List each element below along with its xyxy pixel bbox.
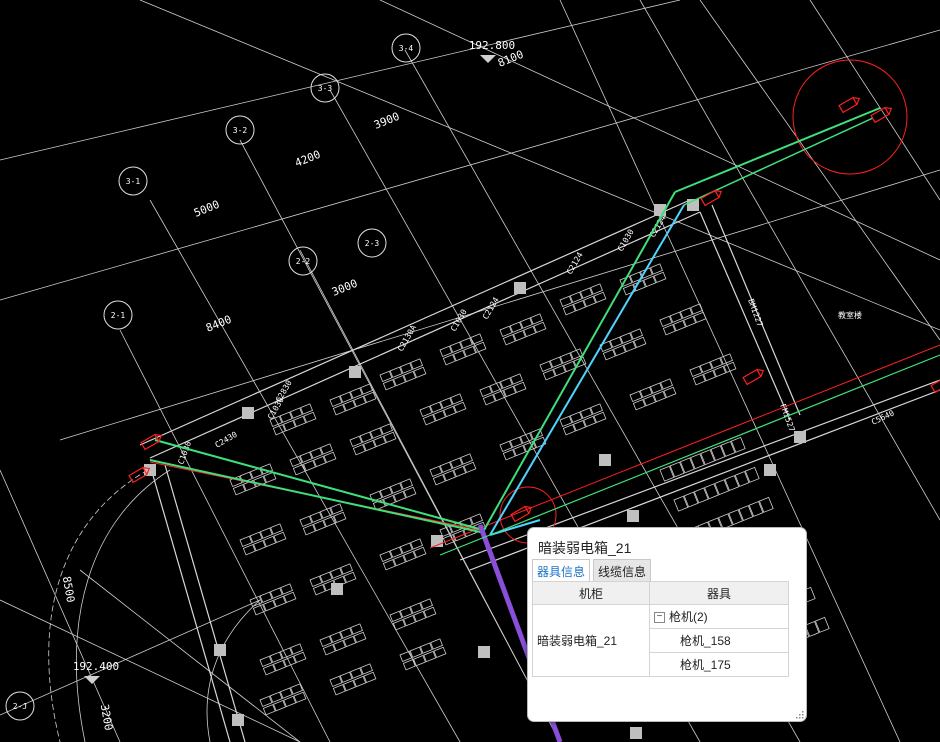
structural-column [627,510,639,522]
table-row: 暗装弱电箱_21 − 枪机(2) [532,604,789,677]
resize-grip-icon[interactable] [795,710,804,719]
structural-column [331,583,343,595]
popup-tabs: 器具信息 线缆信息 [532,559,654,583]
structural-column [242,407,254,419]
structural-column [214,644,226,656]
structural-column [478,646,490,658]
axis-label: 2-2 [296,257,311,266]
device-group-label: 枪机(2) [669,610,708,624]
device-group-row[interactable]: − 枪机(2) [649,604,789,629]
device-item[interactable]: 枪机_158 [649,628,789,653]
level-label: 192.800 [469,39,515,52]
structural-column [349,366,361,378]
axis-label: 3-1 [126,177,141,186]
device-table: 机柜 器具 暗装弱电箱_21 − 枪机(2) 枪机_158 枪机_175 [532,581,789,677]
structural-column [514,282,526,294]
tab-device-info[interactable]: 器具信息 [532,559,591,583]
structural-column [232,714,244,726]
popup-title: 暗装弱电箱_21 [538,540,632,556]
structural-column [630,727,642,739]
axis-label: 2-3 [365,239,380,248]
axis-label: 3-4 [399,44,414,53]
structural-column [144,464,156,476]
axis-label: 3-3 [318,84,333,93]
axis-label: 2-J [13,702,27,711]
tab-cable-info[interactable]: 线缆信息 [593,559,652,583]
axis-label: 3-2 [233,126,248,135]
collapse-toggle-icon[interactable]: − [654,612,665,624]
cabinet-info-popup: 暗装弱电箱_21 器具信息 线缆信息 机柜 器具 暗装弱电箱_21 − 枪机(2)… [527,527,807,722]
room-label: 教室楼 [838,310,862,320]
structural-column [794,431,806,443]
axis-label: 2-1 [111,311,126,320]
column-header-device: 器具 [649,581,789,605]
structural-column [599,454,611,466]
cabinet-cell: 暗装弱电箱_21 [532,604,650,677]
structural-column [764,464,776,476]
column-header-cabinet: 机柜 [532,581,650,605]
device-item[interactable]: 枪机_175 [649,652,789,677]
level-label: 192.400 [73,660,119,673]
